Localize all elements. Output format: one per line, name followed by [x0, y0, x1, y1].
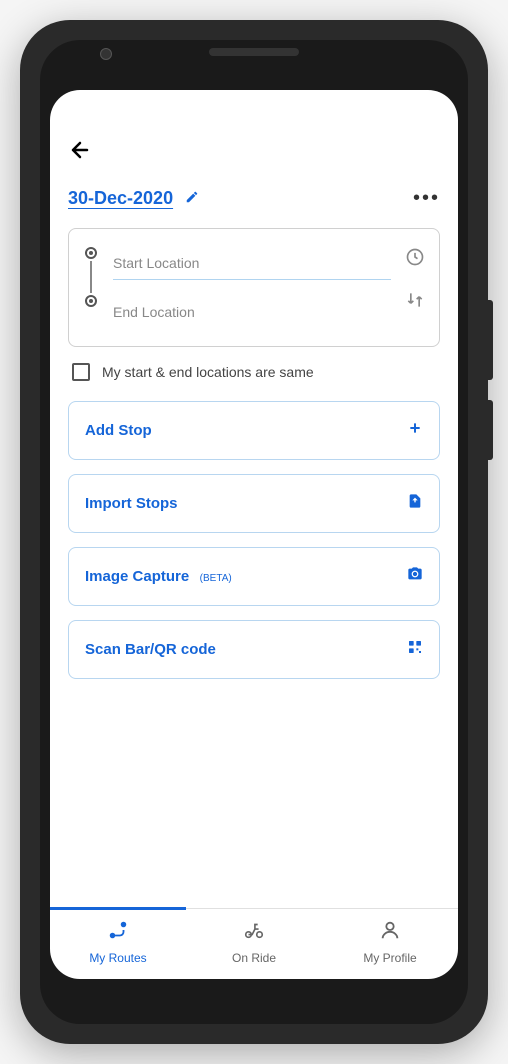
- camera-icon: [407, 566, 423, 587]
- import-stops-label: Import Stops: [85, 495, 178, 512]
- import-stops-button[interactable]: Import Stops: [68, 474, 440, 533]
- scan-code-label: Scan Bar/QR code: [85, 641, 216, 658]
- plus-icon: [407, 420, 423, 441]
- route-date: 30-Dec-2020: [68, 188, 173, 209]
- location-card: [68, 228, 440, 347]
- phone-power-button: [488, 300, 493, 380]
- end-location-input[interactable]: [113, 296, 391, 328]
- image-capture-button[interactable]: Image Capture (BETA): [68, 547, 440, 606]
- nav-on-ride-label: On Ride: [232, 951, 276, 965]
- phone-frame: 30-Dec-2020 •••: [20, 20, 488, 1044]
- nav-my-profile-label: My Profile: [363, 951, 416, 965]
- add-stop-button[interactable]: Add Stop: [68, 401, 440, 460]
- nav-my-profile[interactable]: My Profile: [322, 909, 458, 979]
- routes-icon: [107, 919, 129, 947]
- phone-volume-button: [488, 400, 493, 460]
- same-location-label: My start & end locations are same: [102, 364, 314, 380]
- connector-line: [90, 261, 92, 293]
- nav-on-ride[interactable]: On Ride: [186, 909, 322, 979]
- more-options-button[interactable]: •••: [413, 187, 440, 210]
- image-capture-label: Image Capture: [85, 568, 189, 585]
- bottom-nav: My Routes On Ride My Profile: [50, 908, 458, 979]
- import-icon: [407, 493, 423, 514]
- qr-icon: [407, 639, 423, 660]
- ride-icon: [243, 919, 265, 947]
- time-icon[interactable]: [405, 247, 425, 272]
- back-button[interactable]: [68, 138, 92, 169]
- profile-icon: [379, 919, 401, 947]
- phone-speaker: [209, 48, 299, 56]
- swap-icon[interactable]: [405, 290, 425, 315]
- end-dot-icon: [85, 295, 97, 307]
- same-location-checkbox[interactable]: [72, 363, 90, 381]
- date-selector[interactable]: 30-Dec-2020: [68, 188, 199, 209]
- route-indicator: [83, 247, 99, 328]
- edit-icon: [185, 190, 199, 207]
- add-stop-label: Add Stop: [85, 422, 152, 439]
- status-bar: [50, 90, 458, 126]
- beta-tag: (BETA): [200, 573, 232, 584]
- nav-my-routes[interactable]: My Routes: [50, 909, 186, 979]
- phone-camera: [100, 48, 112, 60]
- scan-code-button[interactable]: Scan Bar/QR code: [68, 620, 440, 679]
- nav-my-routes-label: My Routes: [89, 951, 146, 965]
- start-dot-icon: [85, 247, 97, 259]
- app-screen: 30-Dec-2020 •••: [50, 90, 458, 979]
- start-location-input[interactable]: [113, 247, 391, 280]
